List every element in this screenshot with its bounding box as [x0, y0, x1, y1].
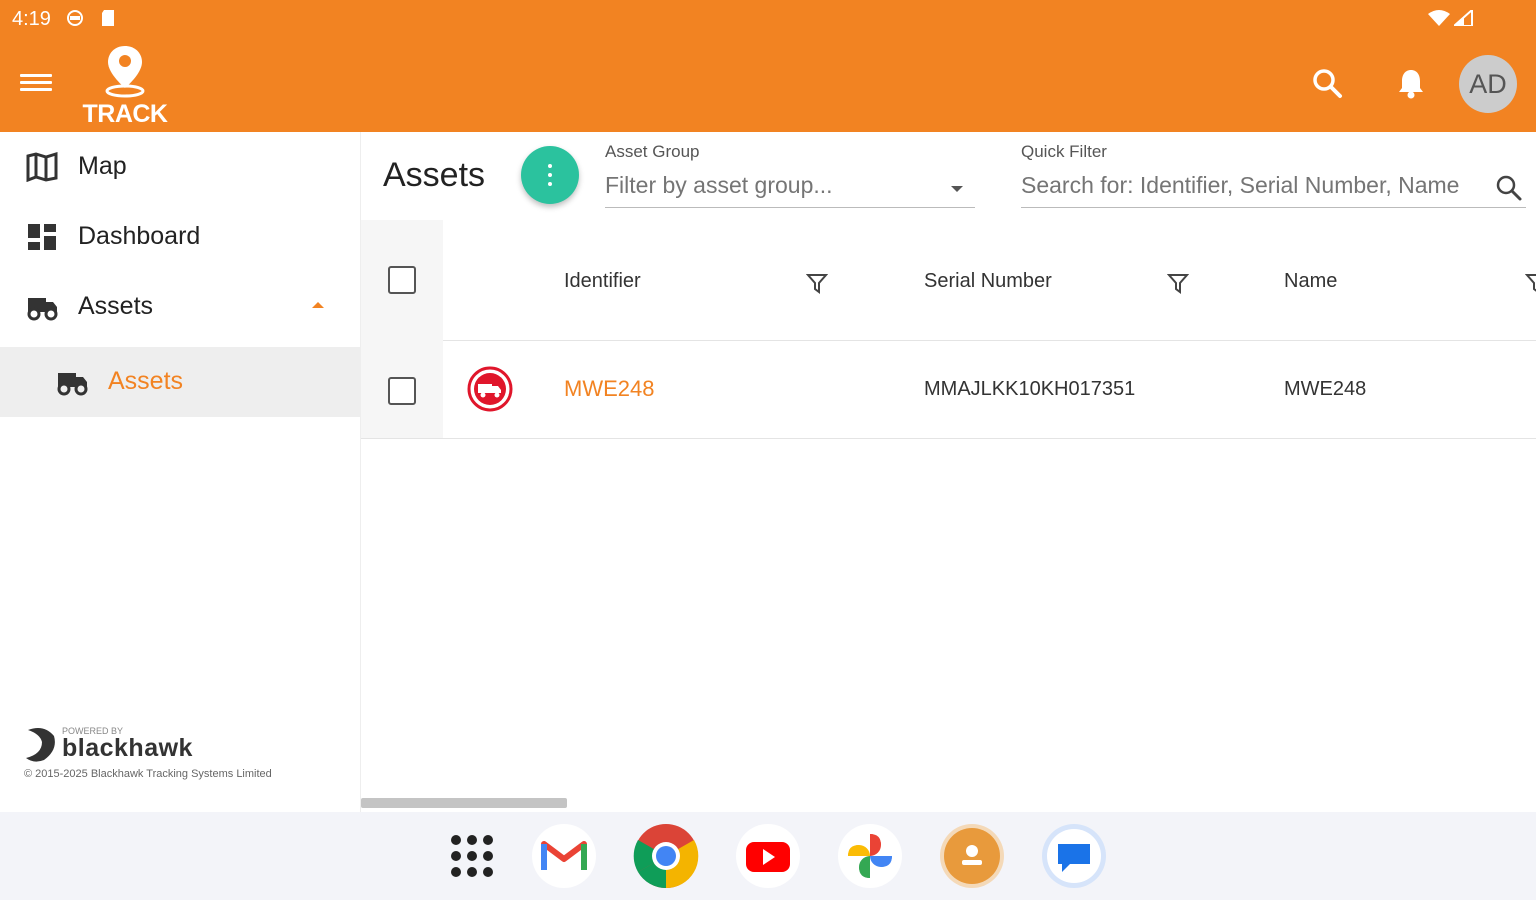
- select-all-checkbox[interactable]: [388, 266, 416, 294]
- sidebar-item-map[interactable]: Map: [0, 132, 360, 202]
- wifi-icon: [1428, 10, 1450, 26]
- status-bar: 4:19: [0, 0, 1536, 36]
- hamburger-menu-icon[interactable]: [20, 70, 52, 98]
- track-logo[interactable]: TRACK: [80, 44, 170, 128]
- sidebar-item-label: Dashboard: [78, 222, 201, 250]
- messages-icon[interactable]: [1040, 822, 1108, 890]
- truck-status-icon: [467, 366, 513, 412]
- logo-text: TRACK: [82, 100, 169, 128]
- asset-group-label: Asset Group: [605, 142, 700, 161]
- main-content: Assets Asset Group Quick Filter Identifi…: [361, 132, 1536, 812]
- chrome-icon[interactable]: [632, 822, 700, 890]
- name-cell: MWE248: [1284, 378, 1367, 400]
- column-header-serial-number[interactable]: Serial Number: [924, 270, 1052, 293]
- bell-icon[interactable]: [1394, 66, 1428, 100]
- table-row[interactable]: MWE248 MMAJLKK10KH017351 MWE248: [361, 340, 1536, 439]
- blackhawk-mark-icon: [26, 728, 55, 762]
- select-column: [361, 220, 443, 340]
- quick-filter-input[interactable]: [1021, 172, 1526, 208]
- identifier-link[interactable]: MWE248: [564, 376, 654, 402]
- track-app-icon[interactable]: [938, 822, 1006, 890]
- search-icon[interactable]: [1310, 66, 1344, 100]
- sidebar-item-label: Assets: [78, 292, 154, 320]
- more-options-button[interactable]: [521, 146, 579, 204]
- filter-icon[interactable]: [1525, 272, 1536, 294]
- chevron-down-icon[interactable]: [951, 186, 963, 192]
- app-bar: 4:19 TRACK AD: [0, 0, 1536, 132]
- sidebar-item-dashboard[interactable]: Dashboard: [0, 202, 360, 272]
- quick-filter-label: Quick Filter: [1021, 142, 1107, 161]
- column-header-name[interactable]: Name: [1284, 270, 1337, 293]
- notification-icon: [67, 10, 83, 26]
- app-drawer-icon[interactable]: [438, 822, 506, 890]
- copyright-text: © 2015-2025 Blackhawk Tracking Systems L…: [24, 768, 272, 780]
- user-avatar[interactable]: AD: [1459, 55, 1517, 113]
- serial-number-cell: MMAJLKK10KH017351: [924, 378, 1136, 400]
- sidebar-item-label: Map: [78, 152, 127, 180]
- filter-icon[interactable]: [1167, 272, 1189, 294]
- photos-icon[interactable]: [836, 822, 904, 890]
- horizontal-scrollbar[interactable]: [361, 798, 567, 808]
- filter-icon[interactable]: [806, 272, 828, 294]
- android-taskbar: [0, 812, 1536, 900]
- page-title: Assets: [383, 156, 486, 194]
- assets-toolbar: Assets Asset Group Quick Filter: [361, 132, 1536, 220]
- column-header-identifier[interactable]: Identifier: [564, 270, 641, 293]
- row-checkbox[interactable]: [388, 377, 416, 405]
- sidebar-item-assets[interactable]: Assets: [0, 272, 360, 342]
- grid-header: Identifier Serial Number Name: [361, 220, 1536, 341]
- asset-group-select[interactable]: [605, 172, 975, 208]
- gmail-icon[interactable]: [530, 822, 598, 890]
- chevron-up-icon[interactable]: [312, 302, 324, 308]
- sidebar-item-label: Assets: [108, 367, 184, 395]
- sidebar-subitem-assets[interactable]: Assets: [0, 347, 360, 417]
- map-icon: [26, 152, 58, 182]
- truck-icon: [57, 373, 88, 396]
- sidebar: Map Dashboard Assets Assets POWERED BY b…: [0, 132, 361, 812]
- youtube-icon[interactable]: [734, 822, 802, 890]
- sd-card-icon: [102, 10, 114, 26]
- status-time: 4:19: [12, 8, 51, 30]
- truck-icon: [27, 298, 58, 321]
- signal-icon: [1454, 10, 1473, 26]
- select-column: [361, 340, 443, 438]
- blackhawk-text: blackhawk: [62, 734, 193, 762]
- dashboard-icon: [28, 224, 56, 250]
- search-icon[interactable]: [1495, 174, 1523, 202]
- location-pin-icon: [105, 46, 145, 98]
